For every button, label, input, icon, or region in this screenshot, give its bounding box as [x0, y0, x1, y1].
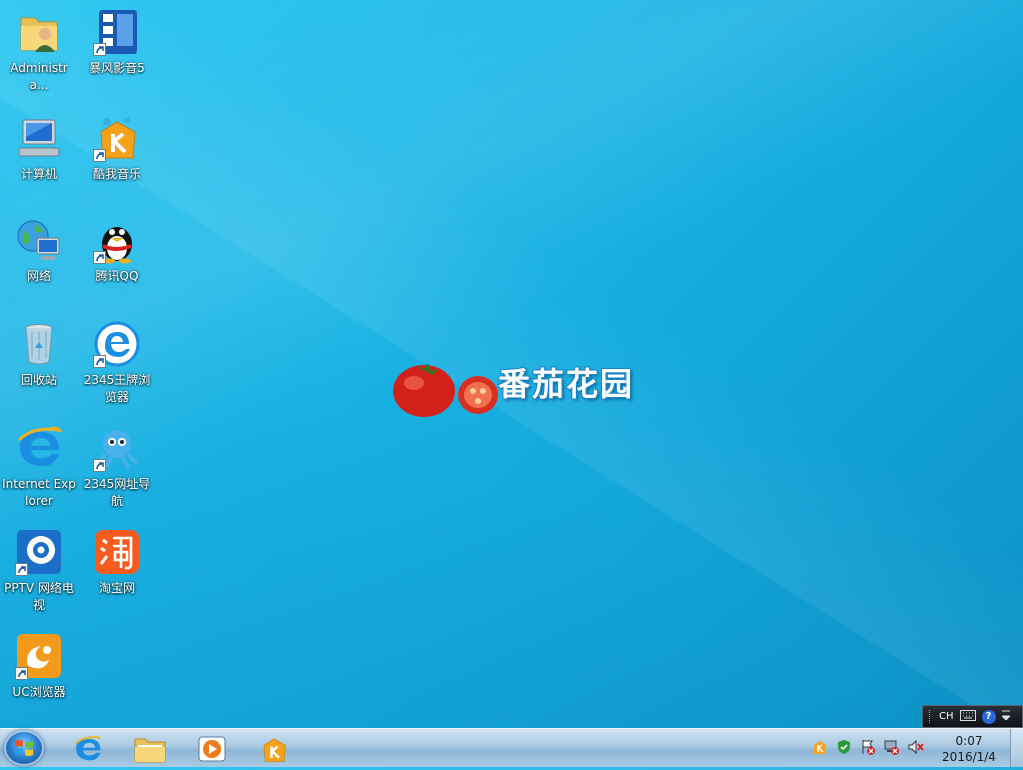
folder-icon — [134, 738, 166, 762]
desktop-icon-administrator[interactable]: Administra... — [0, 6, 78, 94]
desktop-icon-network[interactable]: 网络 — [0, 214, 78, 285]
internet-explorer-icon — [74, 735, 101, 760]
taskbar-kuwo-button[interactable] — [248, 732, 300, 765]
internet-explorer-icon — [15, 424, 64, 472]
network-globe-icon — [15, 216, 63, 264]
desktop-icon-label: 计算机 — [20, 167, 57, 181]
tomato-icon — [393, 363, 498, 417]
desktop-icon-label: 酷我音乐 — [92, 167, 141, 181]
wallpaper-logo-text: 番茄花园 — [498, 365, 635, 403]
desktop-icon-recycle-bin[interactable]: 回收站 — [0, 318, 78, 389]
qq-penguin-icon — [93, 216, 141, 264]
keyboard-icon[interactable] — [959, 709, 976, 724]
clock-date: 2016/1/4 — [942, 750, 996, 764]
desktop-icon-2345-browser[interactable]: 2345王牌浏览器 — [78, 318, 156, 406]
desktop-icon-label: PPTV 网络电视 — [4, 581, 74, 612]
desktop-icon-tencent-qq[interactable]: 腾讯QQ — [78, 214, 156, 285]
kuwo-music-icon — [93, 114, 141, 162]
desktop-icon-label: 网络 — [26, 269, 51, 283]
tray-kuwo-icon[interactable] — [812, 739, 828, 755]
clock-time: 0:07 — [955, 734, 983, 748]
desktop-icon-label: 2345网址导航 — [83, 477, 151, 508]
language-bar[interactable]: CH ? — [922, 705, 1023, 728]
desktop-icon-label: 暴风影音5 — [89, 61, 145, 75]
tray-security-shield-icon[interactable] — [836, 739, 852, 755]
desktop-icon-uc-browser[interactable]: UC浏览器 — [0, 630, 78, 701]
computer-icon — [15, 114, 63, 162]
baofeng-player-icon — [93, 8, 141, 56]
media-player-icon — [198, 736, 226, 761]
uc-browser-icon — [15, 632, 63, 680]
taskbar: 0:07 2016/1/4 — [0, 728, 1023, 767]
tray-network-icon[interactable] — [884, 739, 900, 755]
help-icon[interactable]: ? — [981, 709, 996, 724]
taskbar-clock[interactable]: 0:07 2016/1/4 — [932, 733, 1006, 765]
desktop-icon-baofeng[interactable]: 暴风影音5 — [78, 6, 156, 77]
user-folder-icon — [15, 8, 63, 56]
taskbar-media-player-button[interactable] — [186, 732, 238, 765]
taobao-icon — [93, 528, 141, 576]
desktop-icon-label: Internet Explorer — [2, 477, 76, 508]
langbar-options-icon[interactable] — [1000, 710, 1011, 723]
desktop-icon-label: 2345王牌浏览器 — [83, 373, 151, 404]
taskbar-explorer-button[interactable] — [124, 732, 176, 765]
shortcut-arrow-icon — [93, 355, 106, 368]
kuwo-music-icon — [263, 738, 286, 762]
shortcut-arrow-icon — [15, 563, 28, 576]
wallpaper-tomato-logo: 番茄花园 — [390, 355, 660, 425]
2345-octopus-icon — [93, 424, 141, 472]
show-desktop-button[interactable] — [1010, 729, 1023, 767]
taskbar-ie-button[interactable] — [62, 732, 114, 765]
shortcut-arrow-icon — [93, 43, 106, 56]
desktop-icon-label: UC浏览器 — [12, 685, 66, 699]
desktop-icon-label: 腾讯QQ — [95, 269, 139, 283]
langbar-grip[interactable] — [929, 710, 933, 723]
desktop-icon-computer[interactable]: 计算机 — [0, 112, 78, 183]
desktop-icon-taobao[interactable]: 淘宝网 — [78, 526, 156, 597]
tray-action-center-icon[interactable] — [860, 739, 876, 755]
language-indicator[interactable]: CH — [939, 711, 954, 722]
desktop-icon-pptv[interactable]: PPTV 网络电视 — [0, 526, 78, 614]
shortcut-arrow-icon — [93, 149, 106, 162]
shortcut-arrow-icon — [15, 667, 28, 680]
windows-logo-icon — [15, 740, 33, 756]
recycle-bin-icon — [15, 320, 63, 368]
desktop-icon-label: Administra... — [10, 61, 68, 92]
desktop-icon-kuwo-music[interactable]: 酷我音乐 — [78, 112, 156, 183]
2345-browser-icon — [93, 320, 141, 368]
desktop-icon-label: 回收站 — [20, 373, 57, 387]
desktop-icon-label: 淘宝网 — [98, 581, 135, 595]
tray-volume-muted-icon[interactable] — [908, 739, 924, 755]
shortcut-arrow-icon — [93, 251, 106, 264]
shortcut-arrow-icon — [93, 459, 106, 472]
desktop-icon-internet-explorer[interactable]: Internet Explorer — [0, 422, 78, 510]
desktop-icon-2345-navigation[interactable]: 2345网址导航 — [78, 422, 156, 510]
pptv-icon — [15, 528, 63, 576]
start-button[interactable] — [4, 730, 44, 766]
